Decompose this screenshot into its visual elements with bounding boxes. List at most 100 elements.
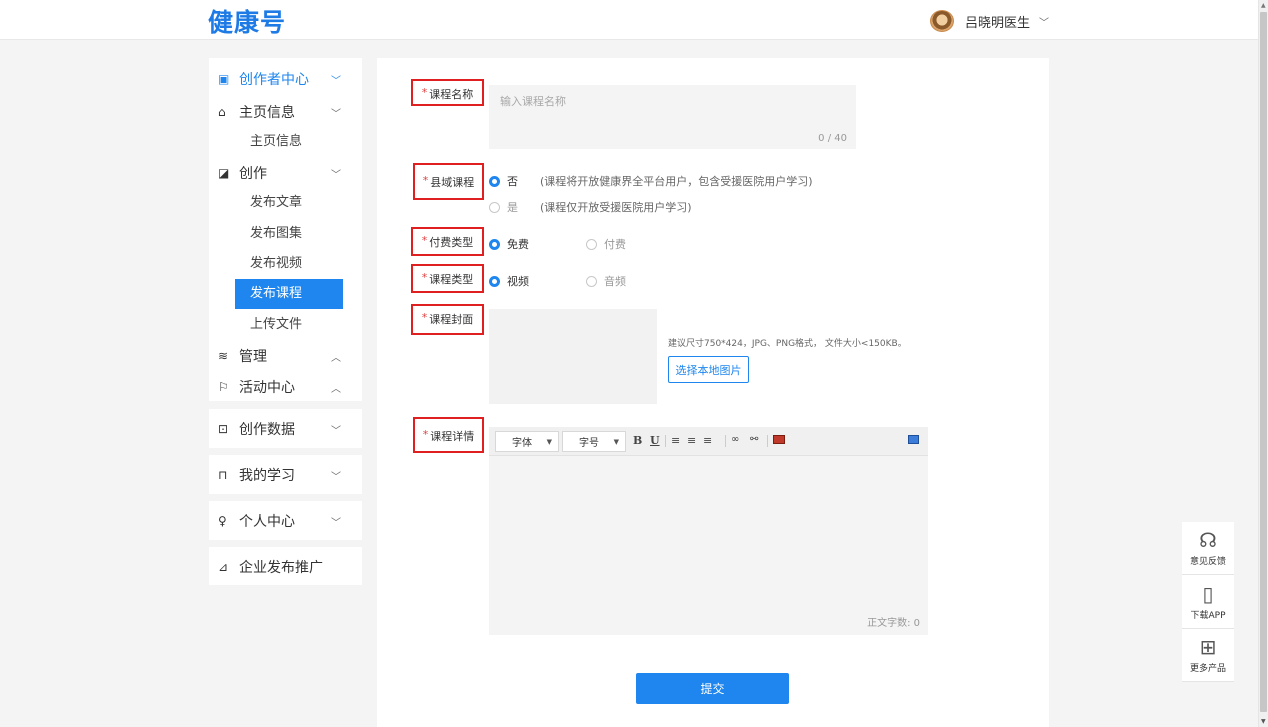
sidebar-item-personal-center[interactable]: ♀ 个人中心 ﹀ — [209, 507, 362, 535]
county-yes-radio[interactable]: 是 — [489, 199, 518, 215]
sidebar-item-creation-data[interactable]: ⊡ 创作数据 ﹀ — [209, 415, 362, 443]
sidebar-card-my-learning: ⊓ 我的学习 ﹀ — [209, 455, 362, 494]
radio-checked-icon — [489, 175, 500, 187]
required-mark: * — [422, 174, 429, 187]
megaphone-icon: ⊿ — [218, 560, 229, 574]
toolbar-divider — [725, 435, 726, 447]
fee-type-label: * 付费类型 — [411, 227, 484, 256]
underline-icon[interactable]: U — [650, 434, 660, 447]
type-audio-radio[interactable]: 音频 — [586, 273, 626, 289]
phone-icon: ▯ — [1202, 582, 1214, 606]
user-menu[interactable]: 吕晓明医生 ﹀ — [930, 10, 1049, 32]
chevron-down-icon: ﹀ — [331, 517, 341, 529]
sidebar-item-home-info[interactable]: ⌂ 主页信息 ﹀ — [209, 98, 362, 126]
radio-label: 是 — [507, 201, 518, 214]
required-mark: * — [421, 86, 428, 99]
sidebar-item-creator-center[interactable]: ▣ 创作者中心 ﹀ — [209, 65, 362, 93]
more-products-button[interactable]: ⊞ 更多产品 — [1182, 629, 1234, 682]
sidebar-item-manage[interactable]: ≋ 管理 ︿ — [209, 342, 362, 370]
sidebar-card-enterprise: ⊿ 企业发布推广 — [209, 547, 362, 585]
chevron-down-icon: ﹀ — [331, 75, 341, 87]
radio-label: 视频 — [507, 275, 529, 288]
county-no-radio[interactable]: 否 — [489, 173, 518, 189]
county-no-hint: (课程将开放健康界全平台用户，包含受援医院用户学习) — [540, 175, 813, 188]
top-bar: 健康号 吕晓明医生 ﹀ — [0, 0, 1258, 40]
radio-checked-icon — [489, 238, 500, 250]
radio-unchecked-icon — [489, 201, 500, 213]
sidebar-subitem-publish-video[interactable]: 发布视频 — [235, 249, 343, 279]
word-count: 正文字数: 0 — [867, 618, 920, 629]
sidebar-subitem-publish-gallery[interactable]: 发布图集 — [235, 219, 343, 249]
align-right-icon[interactable]: ≡ — [703, 434, 712, 447]
link-icon[interactable]: ∞ — [731, 434, 739, 445]
course-detail-label: * 课程详情 — [413, 417, 484, 453]
sidebar-item-activity-center[interactable]: ⚐ 活动中心 ︿ — [209, 373, 362, 401]
user-icon: ♀ — [218, 514, 227, 528]
chevron-down-icon: ﹀ — [331, 425, 341, 437]
edit-icon: ◪ — [218, 166, 230, 180]
radio-label: 免费 — [507, 238, 529, 251]
chevron-down-icon: ﹀ — [1039, 17, 1050, 29]
image-icon[interactable] — [773, 435, 785, 444]
sidebar-card-creation-data: ⊡ 创作数据 ﹀ — [209, 409, 362, 448]
chevron-down-icon: ﹀ — [331, 108, 341, 120]
toolbar-divider — [665, 435, 666, 447]
type-video-radio[interactable]: 视频 — [489, 273, 529, 289]
sidebar-subitem-home-info[interactable]: 主页信息 — [235, 127, 343, 157]
radio-label: 否 — [507, 175, 518, 188]
sidebar-item-my-learning[interactable]: ⊓ 我的学习 ﹀ — [209, 461, 362, 489]
sidebar-item-label: 创作 — [239, 166, 267, 182]
sidebar-item-label: 活动中心 — [239, 380, 295, 396]
scroll-up-icon[interactable]: ▲ — [1261, 2, 1266, 9]
select-value: 字体 — [512, 438, 532, 449]
page-scrollbar[interactable]: ▲ ▼ — [1258, 0, 1268, 727]
radio-checked-icon — [489, 275, 500, 287]
flag-icon: ⚐ — [218, 380, 229, 394]
align-left-icon[interactable]: ≡ — [671, 434, 680, 447]
sidebar-card-personal-center: ♀ 个人中心 ﹀ — [209, 501, 362, 540]
scroll-thumb[interactable] — [1260, 12, 1267, 712]
book-icon: ⊓ — [218, 468, 228, 482]
rich-text-editor[interactable]: 字体 ▼ 字号 ▼ B U ≡ ≡ ≡ ∞ ⚯ 正文字数: 0 — [489, 427, 928, 635]
sidebar-item-enterprise-promo[interactable]: ⊿ 企业发布推广 — [209, 553, 362, 581]
fee-free-radio[interactable]: 免费 — [489, 236, 529, 252]
sidebar-item-label: 个人中心 — [239, 514, 295, 530]
course-name-input[interactable]: 输入课程名称 0 / 40 — [489, 85, 856, 149]
site-logo[interactable]: 健康号 — [208, 3, 286, 39]
sidebar-item-label: 管理 — [239, 349, 267, 365]
select-local-image-button[interactable]: 选择本地图片 — [668, 356, 749, 383]
fullscreen-icon[interactable] — [908, 435, 919, 444]
select-value: 字号 — [579, 438, 599, 449]
fee-paid-radio[interactable]: 付费 — [586, 236, 626, 252]
submit-button[interactable]: 提交 — [636, 673, 789, 704]
bold-icon[interactable]: B — [633, 434, 642, 447]
course-type-label: * 课程类型 — [411, 264, 484, 293]
label-text: 课程类型 — [429, 273, 474, 286]
sidebar-item-label: 创作者中心 — [239, 72, 309, 88]
download-app-button[interactable]: ▯ 下载APP — [1182, 576, 1234, 629]
label-text: 课程封面 — [429, 313, 474, 326]
sidebar-subitem-publish-article[interactable]: 发布文章 — [235, 188, 343, 218]
course-cover-label: * 课程封面 — [411, 304, 484, 335]
floating-tools-panel: ☊ 意见反馈 ▯ 下载APP ⊞ 更多产品 — [1182, 522, 1234, 682]
unlink-icon[interactable]: ⚯ — [750, 434, 758, 445]
feedback-button[interactable]: ☊ 意见反馈 — [1182, 522, 1234, 575]
float-label: 下载APP — [1190, 611, 1226, 621]
sidebar-subitem-publish-course[interactable]: 发布课程 — [235, 279, 343, 309]
align-center-icon[interactable]: ≡ — [687, 434, 696, 447]
label-text: 付费类型 — [429, 236, 474, 249]
float-label: 更多产品 — [1189, 664, 1226, 674]
caret-down-icon: ▼ — [546, 437, 552, 446]
layers-icon: ≋ — [218, 349, 229, 363]
sidebar-item-creation[interactable]: ◪ 创作 ﹀ — [209, 159, 362, 187]
required-mark: * — [421, 271, 428, 284]
cover-preview[interactable] — [489, 309, 657, 404]
font-size-select[interactable]: 字号 ▼ — [562, 431, 626, 452]
required-mark: * — [421, 311, 428, 324]
scroll-down-icon[interactable]: ▼ — [1261, 718, 1266, 725]
sidebar-item-label: 创作数据 — [239, 422, 295, 438]
font-family-select[interactable]: 字体 ▼ — [495, 431, 559, 452]
label-text: 课程名称 — [429, 88, 474, 101]
sidebar-subitem-upload-file[interactable]: 上传文件 — [235, 310, 343, 340]
county-yes-hint: (课程仅开放受援医院用户学习) — [540, 201, 692, 214]
